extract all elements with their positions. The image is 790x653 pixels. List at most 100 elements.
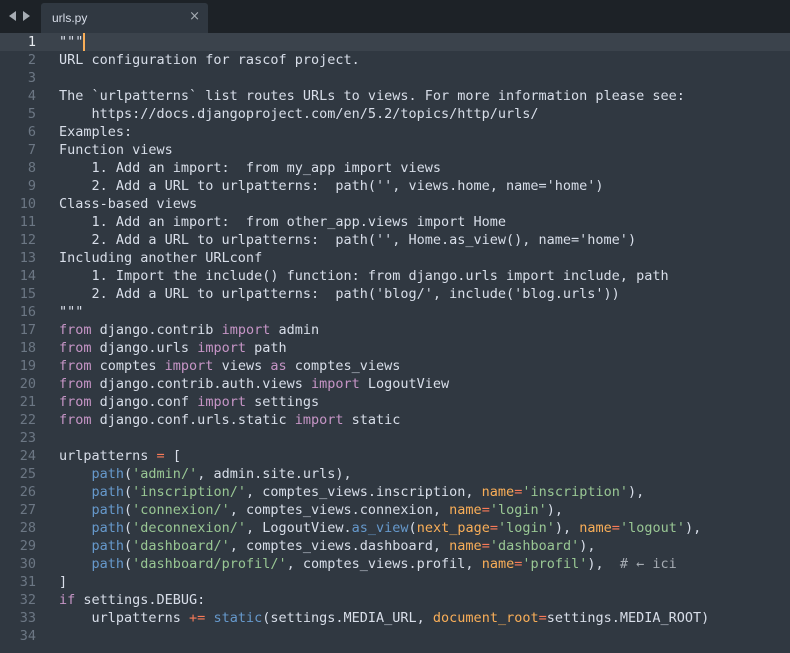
line-code[interactable]: 2. Add a URL to urlpatterns: path('blog/… [59, 285, 620, 303]
line-code[interactable]: Class-based views [59, 195, 197, 213]
line-code[interactable]: The `urlpatterns` list routes URLs to vi… [59, 87, 685, 105]
code-line[interactable]: 17 from django.contrib import admin [0, 321, 790, 339]
code-line[interactable]: 26 path('inscription/', comptes_views.in… [0, 483, 790, 501]
code-line[interactable]: 18 from django.urls import path [0, 339, 790, 357]
code-line[interactable]: 29 path('dashboard/', comptes_views.dash… [0, 537, 790, 555]
line-code[interactable]: if settings.DEBUG: [59, 591, 205, 609]
code-line[interactable]: 9 2. Add a URL to urlpatterns: path('', … [0, 177, 790, 195]
keyword-token: from [59, 358, 92, 374]
code-line[interactable]: 28 path('deconnexion/', LogoutView.as_vi… [0, 519, 790, 537]
line-code[interactable]: ] [59, 573, 67, 591]
parameter-token: next_page [416, 520, 490, 536]
arrow-right-icon[interactable] [23, 11, 30, 21]
string-token: 'dashboard/' [132, 538, 230, 554]
line-code[interactable]: path('deconnexion/', LogoutView.as_view(… [59, 519, 702, 537]
code-line[interactable]: 7 Function views [0, 141, 790, 159]
code-line[interactable]: 33 urlpatterns += static(settings.MEDIA_… [0, 609, 790, 627]
code-line[interactable]: 13 Including another URLconf [0, 249, 790, 267]
line-number: 1 [27, 34, 36, 50]
string-token: 'deconnexion/' [132, 520, 246, 536]
line-code[interactable]: urlpatterns += static(settings.MEDIA_URL… [59, 609, 710, 627]
code-line[interactable]: 24 urlpatterns = [ [0, 447, 790, 465]
line-number: 4 [27, 88, 36, 104]
code-line[interactable]: 11 1. Add an import: from other_app.view… [0, 213, 790, 231]
arrow-left-icon[interactable] [9, 11, 16, 21]
tab-bar: urls.py × [0, 0, 790, 33]
code-line[interactable]: 12 2. Add a URL to urlpatterns: path('',… [0, 231, 790, 249]
tab-title: urls.py [52, 11, 88, 25]
code-line[interactable]: 16 """ [0, 303, 790, 321]
code-line[interactable]: 6 Examples: [0, 123, 790, 141]
line-code[interactable]: path('admin/', admin.site.urls), [59, 465, 352, 483]
code-text: , comptes_views.profil, [286, 556, 482, 572]
string-token: 'profil' [522, 556, 588, 572]
code-line[interactable]: 22 from django.conf.urls.static import st… [0, 411, 790, 429]
line-code[interactable]: from django.conf import settings [59, 393, 319, 411]
line-code[interactable]: 2. Add a URL to urlpatterns: path('', vi… [59, 177, 604, 195]
line-number: 15 [19, 286, 36, 302]
line-code[interactable]: urlpatterns = [ [59, 447, 181, 465]
line-code[interactable]: Function views [59, 141, 173, 159]
operator-token: = [481, 502, 490, 518]
code-text: """ [59, 304, 84, 320]
code-line[interactable]: 4 The `urlpatterns` list routes URLs to v… [0, 87, 790, 105]
code-line[interactable]: 25 path('admin/', admin.site.urls), [0, 465, 790, 483]
code-line[interactable]: 19 from comptes import views as comptes_v… [0, 357, 790, 375]
code-text: views [213, 358, 271, 374]
code-text: ), [579, 538, 596, 554]
code-line[interactable]: 2 URL configuration for rascof project. [0, 51, 790, 69]
code-editor[interactable]: 1 """ 2 URL configuration for rascof projec… [0, 33, 790, 653]
code-line[interactable]: 8 1. Add an import: from my_app import v… [0, 159, 790, 177]
line-code[interactable]: """ [59, 303, 83, 321]
code-text: settings.DEBUG: [75, 592, 206, 608]
line-code[interactable]: 1. Import the include() function: from d… [59, 267, 669, 285]
code-line[interactable]: 30 path('dashboard/profil/', comptes_vie… [0, 555, 790, 573]
line-code[interactable]: path('connexion/', comptes_views.connexi… [59, 501, 563, 519]
string-token: 'admin/' [132, 466, 198, 482]
line-code[interactable]: 1. Add an import: from other_app.views i… [59, 213, 507, 231]
code-line[interactable]: 21 from django.conf import settings [0, 393, 790, 411]
code-line[interactable]: 27 path('connexion/', comptes_views.conn… [0, 501, 790, 519]
line-code[interactable]: https://docs.djangoproject.com/en/5.2/to… [59, 105, 539, 123]
line-number: 21 [19, 394, 36, 410]
line-number: 19 [19, 358, 36, 374]
line-number: 18 [19, 340, 36, 356]
line-number: 29 [19, 538, 36, 554]
operator-token: = [538, 610, 547, 626]
code-text: , comptes_views.inscription, [245, 484, 482, 500]
keyword-token: if [59, 592, 76, 608]
code-line[interactable]: 3 [0, 69, 790, 87]
code-text: Including another URLconf [59, 250, 263, 266]
line-code[interactable]: from django.contrib.auth.views import Lo… [59, 375, 449, 393]
line-code[interactable]: path('dashboard/', comptes_views.dashboa… [59, 537, 596, 555]
line-code[interactable]: from comptes import views as comptes_vie… [59, 357, 400, 375]
code-text: django.contrib.auth.views [91, 376, 311, 392]
code-line[interactable]: 5 https://docs.djangoproject.com/en/5.2/… [0, 105, 790, 123]
tab-urls-py[interactable]: urls.py × [41, 3, 208, 33]
code-line[interactable]: 1 """ [0, 33, 790, 51]
keyword-token: import [294, 412, 344, 428]
code-line[interactable]: 34 [0, 627, 790, 645]
code-line[interactable]: 31] [0, 573, 790, 591]
code-line[interactable]: 23 [0, 429, 790, 447]
line-code[interactable]: 1. Add an import: from my_app import vie… [59, 159, 442, 177]
line-code[interactable]: Examples: [59, 123, 132, 141]
line-code[interactable]: from django.urls import path [59, 339, 287, 357]
operator-token: = [611, 520, 620, 536]
code-line[interactable]: 32 if settings.DEBUG: [0, 591, 790, 609]
code-line[interactable]: 20 from django.contrib.auth.views import … [0, 375, 790, 393]
code-line[interactable]: 10 Class-based views [0, 195, 790, 213]
line-code[interactable]: URL configuration for rascof project. [59, 51, 360, 69]
line-code[interactable]: from django.contrib import admin [59, 321, 319, 339]
line-code[interactable]: 2. Add a URL to urlpatterns: path('', Ho… [59, 231, 637, 249]
close-icon[interactable]: × [189, 9, 200, 24]
line-code[interactable]: from django.conf.urls.static import stat… [59, 411, 400, 429]
line-code[interactable]: path('inscription/', comptes_views.inscr… [59, 483, 645, 501]
line-code[interactable]: path('dashboard/profil/', comptes_views.… [59, 555, 677, 573]
line-code[interactable]: Including another URLconf [59, 249, 262, 267]
code-line[interactable]: 14 1. Import the include() function: fro… [0, 267, 790, 285]
code-line[interactable]: 15 2. Add a URL to urlpatterns: path('bl… [0, 285, 790, 303]
parameter-token: name [449, 502, 482, 518]
line-code[interactable]: """ [59, 33, 86, 51]
